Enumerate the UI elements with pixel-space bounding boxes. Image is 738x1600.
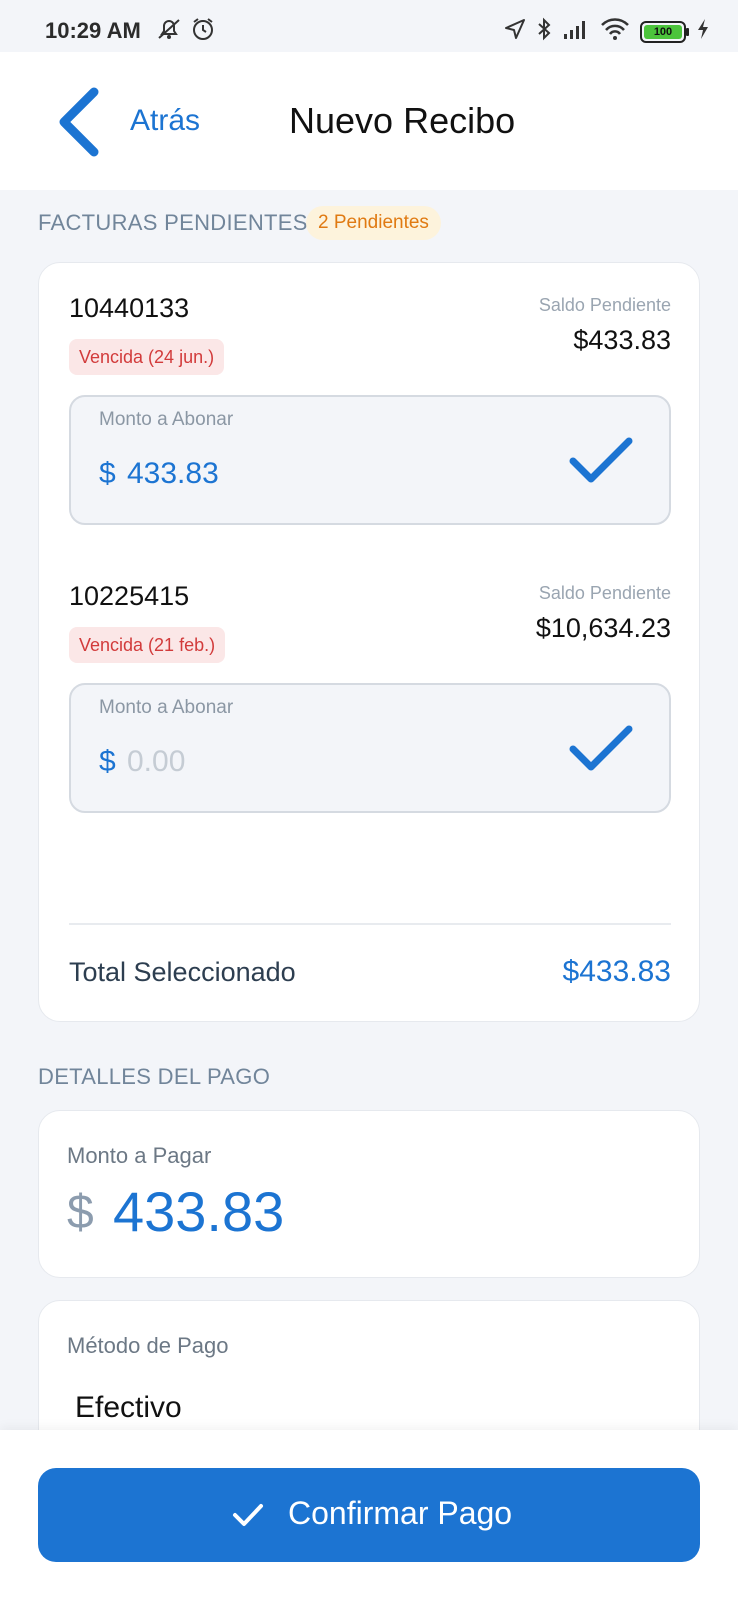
amount-input-box[interactable]: Monto a Abonar $ 0.00 xyxy=(69,683,671,813)
total-selected-value: $433.83 xyxy=(562,955,671,988)
check-icon xyxy=(232,1500,264,1530)
invoice-number: 10440133 xyxy=(69,293,190,323)
check-icon[interactable] xyxy=(569,723,633,775)
status-right-icons: 100 xyxy=(504,17,710,46)
confirm-payment-label: Confirmar Pago xyxy=(288,1495,513,1531)
currency-symbol: $ xyxy=(67,1186,94,1239)
notifications-off-icon xyxy=(156,17,182,46)
payment-amount-card: Monto a Pagar $ 433.83 xyxy=(38,1110,700,1278)
back-button[interactable]: Atrás xyxy=(130,104,200,138)
currency-symbol: $ xyxy=(99,457,116,490)
bottom-action-bar: Confirmar Pago xyxy=(0,1430,738,1600)
charging-icon xyxy=(696,18,710,45)
invoices-card: 10440133 Vencida (24 jun.) Saldo Pendien… xyxy=(38,262,700,1022)
status-left-icons xyxy=(156,17,216,46)
battery-icon: 100 xyxy=(640,20,689,43)
overdue-badge: Vencida (24 jun.) xyxy=(69,339,225,375)
total-selected-label: Total Seleccionado xyxy=(69,957,296,987)
wifi-icon xyxy=(600,17,630,46)
balance-label: Saldo Pendiente xyxy=(538,583,671,603)
amount-input-box[interactable]: Monto a Abonar $ 433.83 xyxy=(69,395,671,525)
amount-label: Monto a Abonar xyxy=(99,409,234,430)
balance-value: $433.83 xyxy=(573,325,671,355)
balance-label: Saldo Pendiente xyxy=(538,295,671,315)
battery-level: 100 xyxy=(644,24,682,39)
overdue-badge: Vencida (21 feb.) xyxy=(69,627,226,663)
pending-count-badge: 2 Pendientes xyxy=(306,206,441,240)
payment-method-label: Método de Pago xyxy=(67,1333,229,1358)
status-time: 10:29 AM xyxy=(45,18,141,43)
pending-invoices-heading: FACTURAS PENDIENTES xyxy=(38,210,308,235)
divider xyxy=(69,923,671,925)
payment-amount-label: Monto a Pagar xyxy=(67,1143,212,1168)
payment-amount-value: 433.83 xyxy=(113,1180,285,1243)
payment-method-select[interactable]: Efectivo xyxy=(75,1391,182,1425)
signal-icon xyxy=(562,18,590,45)
payment-details-heading: DETALLES DEL PAGO xyxy=(38,1064,271,1089)
alarm-icon xyxy=(190,17,216,46)
confirm-payment-button[interactable]: Confirmar Pago xyxy=(38,1468,700,1562)
balance-value: $10,634.23 xyxy=(535,613,671,643)
amount-input[interactable]: 0.00 xyxy=(127,745,185,779)
app-header: Atrás Nuevo Recibo xyxy=(0,52,738,190)
invoice-number: 10225415 xyxy=(69,581,190,611)
location-arrow-icon xyxy=(504,18,526,45)
amount-input[interactable]: 433.83 xyxy=(127,457,219,491)
page-title: Nuevo Recibo xyxy=(289,100,516,141)
amount-label: Monto a Abonar xyxy=(99,697,234,718)
bluetooth-icon xyxy=(536,17,552,46)
back-chevron-icon[interactable] xyxy=(56,86,106,158)
check-icon[interactable] xyxy=(569,435,633,487)
status-bar: 10:29 AM 100 xyxy=(0,0,738,52)
currency-symbol: $ xyxy=(99,745,116,778)
